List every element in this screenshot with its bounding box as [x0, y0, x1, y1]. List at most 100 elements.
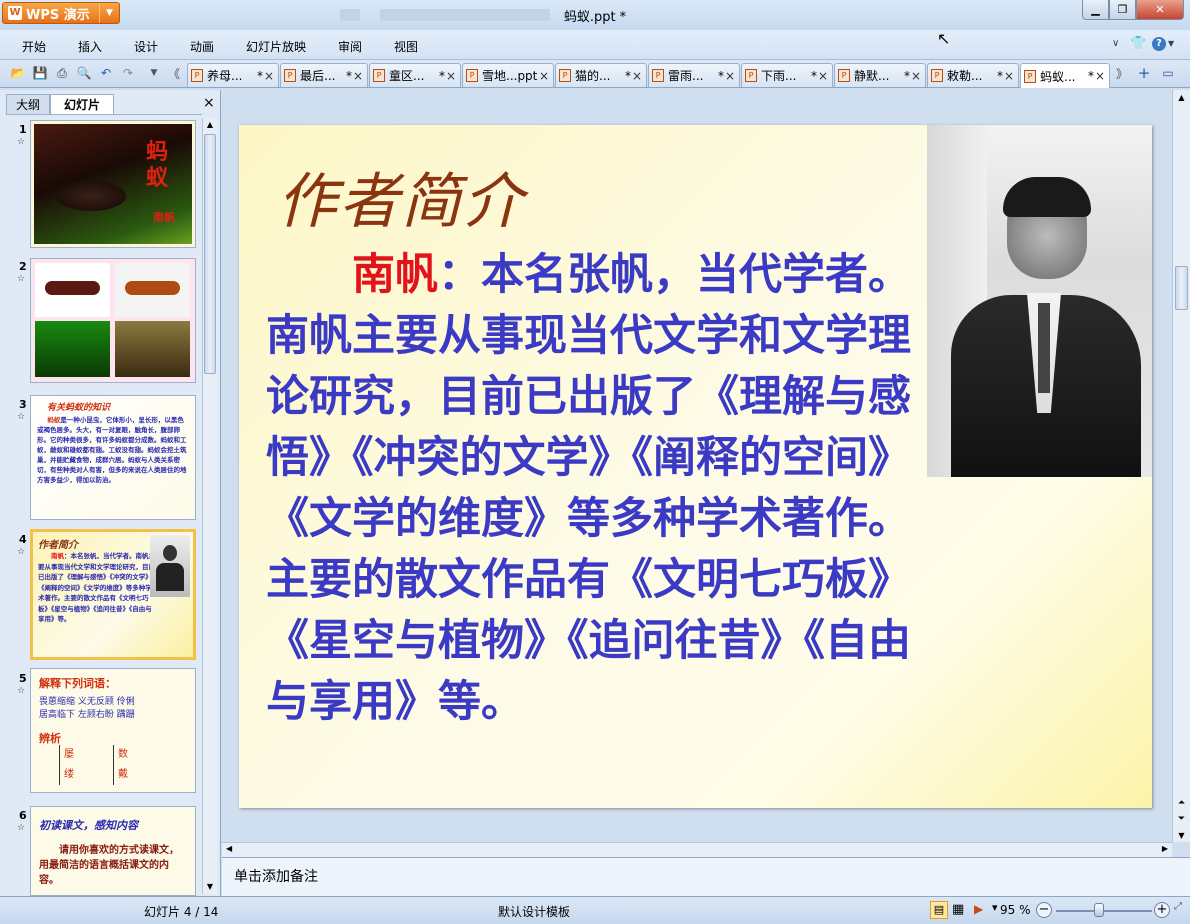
- ppt-file-icon: P: [559, 69, 571, 82]
- skin-shirt-icon[interactable]: 👕: [1130, 36, 1146, 51]
- prev-slide-icon[interactable]: ⏶: [1173, 798, 1190, 808]
- slide-sorter-view-icon[interactable]: ▦: [952, 902, 964, 917]
- ant-photo-1: [35, 263, 110, 317]
- thumbnail-scroll-thumb[interactable]: [204, 134, 216, 374]
- close-tab-icon[interactable]: ×: [538, 69, 550, 83]
- slide-thumbnail-6[interactable]: 初读课文，感知内容 请用你喜欢的方式读课文，用最简洁的语言概括课文的内容。: [30, 806, 196, 896]
- slide-thumbnail-2[interactable]: [30, 258, 196, 383]
- zoom-out-button[interactable]: −: [1036, 902, 1052, 918]
- window-title: 蚂蚁.ppt *: [563, 10, 627, 25]
- scroll-up-icon[interactable]: ▲: [203, 118, 217, 132]
- doc-tab-label: 最后...: [300, 69, 336, 83]
- doc-tab-3[interactable]: P 童区... * ×: [369, 63, 461, 87]
- save-icon[interactable]: 💾: [32, 65, 48, 81]
- notes-pane[interactable]: 单击添加备注: [222, 857, 1190, 896]
- close-tab-icon[interactable]: ×: [263, 69, 275, 83]
- new-tab-icon[interactable]: +: [1136, 64, 1152, 82]
- close-tab-icon[interactable]: ×: [1003, 69, 1015, 83]
- slide-number-3: 3: [19, 398, 27, 411]
- doc-tab-active[interactable]: P 蚂蚁... * ×: [1020, 63, 1110, 88]
- zoom-slider-track[interactable]: [1056, 910, 1152, 912]
- doc-tab-7[interactable]: P 下雨... * ×: [741, 63, 833, 87]
- menu-item-review[interactable]: 审阅: [338, 38, 362, 55]
- doc-tab-4[interactable]: P 雪地...ppt ×: [462, 63, 554, 87]
- next-slide-icon[interactable]: ⏷: [1173, 814, 1190, 824]
- help-dropdown-icon[interactable]: ▼: [1168, 39, 1174, 48]
- menu-item-insert[interactable]: 插入: [78, 38, 102, 55]
- doc-tab-label: 童区...: [389, 69, 425, 83]
- slide-thumbnail-3[interactable]: 有关蚂蚁的知识 蚂蚁是一种小昆虫，它体形小，呈长形，以黑色或褐色居多。头大，有一…: [30, 395, 196, 520]
- close-tab-icon[interactable]: ×: [817, 69, 829, 83]
- menu-item-view[interactable]: 视图: [394, 38, 418, 55]
- close-tab-icon[interactable]: ×: [631, 69, 643, 83]
- ant-photo: 蚂 蚁 南帆: [34, 124, 192, 244]
- menu-item-home[interactable]: 开始: [22, 38, 46, 55]
- undo-icon[interactable]: ↶: [98, 65, 114, 81]
- title-char-1: 蚂: [146, 139, 169, 165]
- doc-tab-5[interactable]: P 猫的... * ×: [555, 63, 647, 87]
- close-tab-icon[interactable]: ×: [445, 69, 457, 83]
- scroll-right-icon[interactable]: ▶: [1162, 844, 1168, 853]
- slide-animation-star-icon: ☆: [17, 823, 26, 833]
- slide-title[interactable]: 作者简介: [277, 153, 525, 240]
- doc-tab-label: 敕勒...: [947, 69, 983, 83]
- slide-vertical-scrollbar[interactable]: ▲ ⏶ ⏷ ▼: [1172, 90, 1190, 842]
- ppt-file-icon: P: [284, 69, 296, 82]
- slide-scroll-thumb[interactable]: [1175, 266, 1188, 310]
- slide-thumbnail-5[interactable]: 解释下列词语： 畏葸缩缩 义无反顾 伶俐 居高临下 左顾右盼 蹒跚 辨析 屡缕 …: [30, 668, 196, 793]
- slide-thumbnail-1[interactable]: 蚂 蚁 南帆: [30, 120, 196, 248]
- doc-tab-2[interactable]: P 最后... * ×: [280, 63, 368, 87]
- close-tab-icon[interactable]: ×: [1094, 69, 1106, 83]
- tabs-scroll-right-icon[interactable]: 》: [1114, 65, 1130, 81]
- scroll-down-icon[interactable]: ▼: [203, 880, 217, 894]
- title-bar: 蚂蚁.ppt * W WPS 演示 ▼ ▁ ❐ ✕: [0, 0, 1190, 30]
- scroll-left-icon[interactable]: ◀: [226, 844, 232, 853]
- menu-item-slideshow[interactable]: 幻灯片放映: [246, 38, 306, 55]
- app-menu-chevron-icon[interactable]: ▼: [99, 3, 119, 23]
- tabs-scroll-left-icon[interactable]: 《: [166, 65, 182, 81]
- thumb-text: ：本名张帆，当代学者。南帆主要从事现当代文学和文学理论研究，目前已出版了《理解与…: [38, 552, 155, 623]
- scroll-up-icon[interactable]: ▲: [1173, 90, 1190, 106]
- close-tab-icon[interactable]: ×: [910, 69, 922, 83]
- slide-horizontal-scrollbar[interactable]: ◀ ▶: [222, 842, 1172, 857]
- zoom-in-button[interactable]: +: [1154, 902, 1170, 918]
- zoom-slider-thumb[interactable]: [1094, 903, 1104, 917]
- tab-list-icon[interactable]: ▭: [1160, 65, 1176, 81]
- open-folder-icon[interactable]: 📂: [10, 65, 26, 81]
- zoom-dropdown-icon[interactable]: ▾: [992, 901, 998, 914]
- help-icon[interactable]: ?: [1152, 37, 1166, 51]
- close-tab-icon[interactable]: ×: [352, 69, 364, 83]
- scroll-down-icon[interactable]: ▼: [1173, 831, 1190, 840]
- panel-divider: [6, 114, 202, 115]
- slide-number-6: 6: [19, 809, 27, 822]
- doc-tab-8[interactable]: P 静默... * ×: [834, 63, 926, 87]
- close-window-button[interactable]: ✕: [1136, 0, 1184, 20]
- maximize-button[interactable]: ❐: [1109, 0, 1136, 20]
- panel-close-icon[interactable]: ×: [203, 95, 215, 111]
- tab-outline[interactable]: 大纲: [6, 94, 50, 114]
- print-preview-icon[interactable]: 🔍: [76, 65, 92, 81]
- doc-tab-9[interactable]: P 敕勒... * ×: [927, 63, 1019, 87]
- tie-shape: [1038, 303, 1050, 393]
- menu-item-animation[interactable]: 动画: [190, 38, 214, 55]
- tab-slides[interactable]: 幻灯片: [50, 94, 114, 114]
- slideshow-view-icon[interactable]: ▶: [974, 902, 983, 916]
- current-slide[interactable]: 作者简介 南帆：本名张帆，当代学者。南帆主要从事现当代文学和文学理论研究，目前已…: [239, 125, 1152, 808]
- slide-thumbnail-4-selected[interactable]: 作者简介 南帆：本名张帆，当代学者。南帆主要从事现当代文学和文学理论研究，目前已…: [30, 529, 196, 660]
- fit-window-icon[interactable]: ⤢: [1174, 901, 1182, 912]
- thumb-char: 缕: [64, 769, 74, 780]
- customize-toolbar-icon[interactable]: ▼: [146, 65, 162, 81]
- minimize-icon: ▁: [1091, 3, 1100, 16]
- redo-icon[interactable]: ↷: [120, 65, 136, 81]
- slide-body-text[interactable]: 南帆：本名张帆，当代学者。南帆主要从事现当代文学和文学理论研究，目前已出版了《理…: [266, 245, 933, 733]
- minimize-button[interactable]: ▁: [1082, 0, 1109, 20]
- print-icon[interactable]: ⎙: [54, 65, 70, 81]
- wps-app-menu-button[interactable]: W WPS 演示 ▼: [2, 2, 120, 24]
- close-tab-icon[interactable]: ×: [724, 69, 736, 83]
- ribbon-collapse-icon[interactable]: ∨: [1112, 38, 1119, 49]
- thumbnail-scrollbar[interactable]: ▲ ▼: [202, 118, 217, 894]
- normal-view-icon[interactable]: ▤: [930, 901, 948, 919]
- doc-tab-6[interactable]: P 雷雨... * ×: [648, 63, 740, 87]
- menu-item-design[interactable]: 设计: [134, 38, 158, 55]
- doc-tab-1[interactable]: P 养母... * ×: [187, 63, 279, 87]
